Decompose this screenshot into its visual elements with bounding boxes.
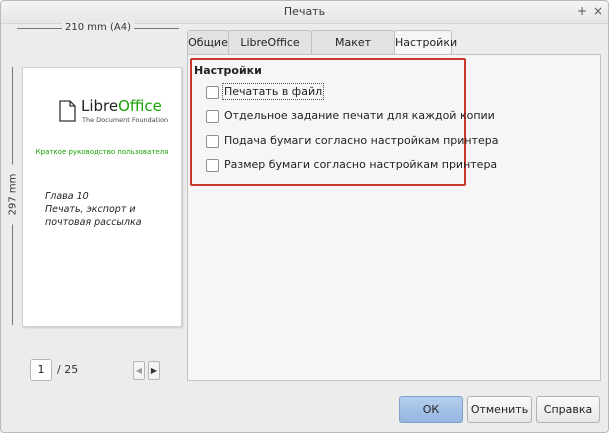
chapter-line: Глава 10 <box>45 191 89 202</box>
page-total: / 25 <box>57 363 79 376</box>
option-label[interactable]: Подача бумаги согласно настройкам принте… <box>224 134 498 147</box>
height-dimension: 297 mm <box>5 67 19 325</box>
height-label: 297 mm <box>7 164 19 225</box>
page-number-input[interactable]: 1 <box>30 359 52 381</box>
prev-page-button[interactable]: ◀ <box>133 361 145 380</box>
checkbox[interactable] <box>206 86 219 99</box>
guide-title: Краткое руководство пользователя <box>35 148 169 156</box>
print-dialog: Печать + × 210 mm (A4) 297 mm LibreOffic… <box>0 0 609 433</box>
chevron-right-icon: ▶ <box>150 366 158 375</box>
width-label: 210 mm (A4) <box>62 22 134 33</box>
ok-button[interactable]: ОК <box>399 396 463 423</box>
window-title: Печать <box>283 5 326 18</box>
logo-brand-prefix: Libre <box>81 97 119 115</box>
chapter-line: почтовая рассылка <box>45 217 142 228</box>
tab-settings[interactable]: Настройки <box>394 30 457 55</box>
close-button[interactable]: × <box>591 4 605 18</box>
title-bar: Печать + × <box>1 1 608 24</box>
minimize-button[interactable]: + <box>575 4 589 18</box>
page-preview: LibreOffice The Document Foundation Крат… <box>22 67 182 327</box>
logo-subtitle: The Document Foundation <box>82 116 169 124</box>
option-label[interactable]: Размер бумаги согласно настройкам принте… <box>224 158 497 171</box>
cancel-button[interactable]: Отменить <box>467 396 532 423</box>
logo-brand-suffix: Office <box>118 97 162 115</box>
tab-general[interactable]: Общие <box>187 30 229 54</box>
tab-libreoffice-writer[interactable]: LibreOffice Writer <box>228 30 312 72</box>
tab-page-layout[interactable]: Макет страницы <box>311 30 395 72</box>
chapter-line: Печать, экспорт и <box>45 204 136 215</box>
libreoffice-logo: LibreOffice The Document Foundation <box>59 97 169 126</box>
checkbox[interactable] <box>206 135 219 148</box>
help-button[interactable]: Справка <box>536 396 600 423</box>
option-label[interactable]: Печатать в файл <box>221 83 325 100</box>
libreoffice-logo-icon <box>59 100 76 122</box>
checkbox[interactable] <box>206 110 219 123</box>
width-dimension: 210 mm (A4) <box>17 22 179 36</box>
option-label[interactable]: Отдельное задание печати для каждой копи… <box>224 109 495 122</box>
checkbox[interactable] <box>206 159 219 172</box>
next-page-button[interactable]: ▶ <box>148 361 160 380</box>
chapter-title: Глава 10 Печать, экспорт и почтовая расс… <box>45 190 142 229</box>
settings-section-title: Настройки <box>194 64 262 77</box>
chevron-left-icon: ◀ <box>135 366 143 375</box>
